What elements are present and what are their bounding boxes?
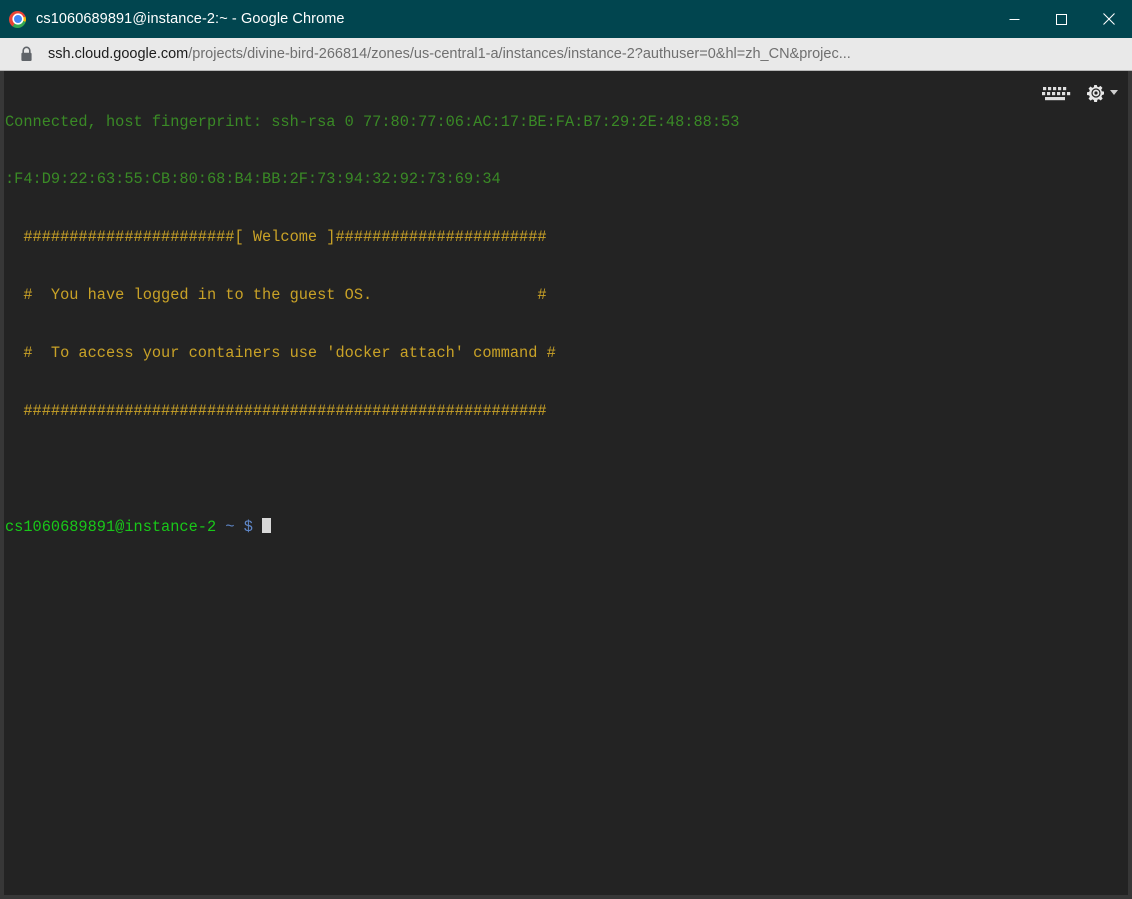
prompt-user-host: cs1060689891@instance-2 [5,518,216,536]
terminal-prompt-line: cs1060689891@instance-2 ~ $ [5,518,1128,537]
window-controls [991,0,1132,38]
terminal-line: :F4:D9:22:63:55:CB:80:68:B4:BB:2F:73:94:… [5,170,1128,189]
terminal-line: ########################################… [5,402,1128,421]
terminal-cursor[interactable] [262,518,271,533]
browser-toolbar: ssh.cloud.google.com/projects/divine-bir… [0,38,1132,71]
terminal-line: # To access your containers use 'docker … [5,344,1128,363]
prompt-symbol: $ [244,518,253,536]
terminal-line: # You have logged in to the guest OS. # [5,286,1128,305]
chevron-down-icon [1110,90,1118,96]
minimize-button[interactable] [991,0,1038,38]
url-path: /projects/divine-bird-266814/zones/us-ce… [188,47,851,62]
url-host: ssh.cloud.google.com [48,47,188,62]
terminal-line: Connected, host fingerprint: ssh-rsa 0 7… [5,113,1128,132]
window-titlebar[interactable]: cs1060689891@instance-2:~ - Google Chrom… [0,0,1132,38]
gear-icon [1086,83,1106,103]
prompt-path: ~ [225,518,234,536]
address-bar[interactable]: ssh.cloud.google.com/projects/divine-bir… [48,47,1124,62]
ssh-terminal[interactable]: Connected, host fingerprint: ssh-rsa 0 7… [4,71,1128,895]
close-button[interactable] [1085,0,1132,38]
keyboard-icon[interactable] [1042,85,1072,102]
terminal-line: #######################[ Welcome ]######… [5,228,1128,247]
settings-menu-button[interactable] [1086,83,1118,103]
terminal-container: Connected, host fingerprint: ssh-rsa 0 7… [0,71,1132,899]
maximize-button[interactable] [1038,0,1085,38]
browser-window: cs1060689891@instance-2:~ - Google Chrom… [0,0,1132,899]
chrome-logo-icon [9,11,26,28]
terminal-blank-line [5,460,1128,479]
terminal-controls [1042,83,1118,103]
lock-icon[interactable] [13,46,39,62]
window-title: cs1060689891@instance-2:~ - Google Chrom… [36,11,991,27]
terminal-output: Connected, host fingerprint: ssh-rsa 0 7… [4,71,1128,576]
